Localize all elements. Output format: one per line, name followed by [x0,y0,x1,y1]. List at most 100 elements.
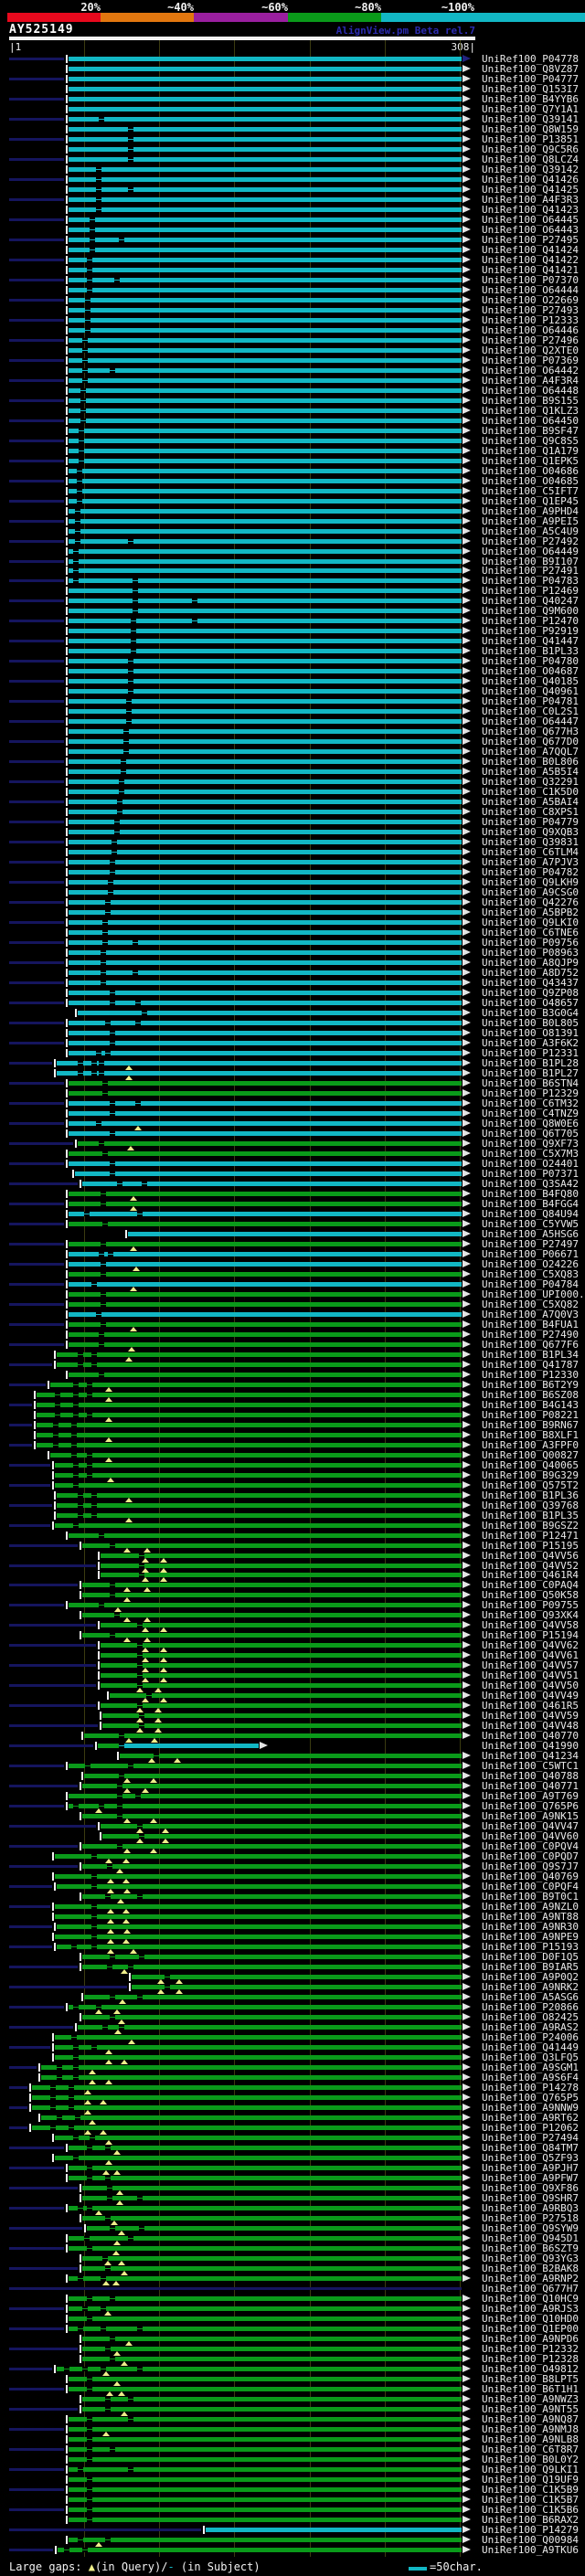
alignment-start-tick [80,1963,81,1971]
alignment-start-tick [66,778,68,786]
subject-gap-line [69,2127,74,2128]
subject-gap-line [87,2318,92,2319]
alignment-bar [69,940,462,945]
subject-overhang [9,1122,64,1125]
subject-overhang [9,178,64,181]
alignment-bar [69,1031,462,1035]
alignment-end-arrow-icon [463,1250,471,1257]
subject-gap-line [75,2117,80,2118]
alignment-end-arrow-icon [463,1119,471,1127]
subject-gap-line [110,1002,115,1003]
subject-gap-line [123,741,129,742]
alignment-end-arrow-icon [463,1029,471,1036]
scale-segment-2 [194,13,288,22]
subject-gap-line [91,1063,97,1064]
alignment-end-arrow-icon [463,1701,471,1709]
alignment-end-arrow-icon [463,1762,471,1769]
subject-overhang [9,2086,27,2089]
alignment-start-tick [66,1129,68,1138]
alignment-bar [57,2367,462,2371]
alignment-row[interactable]: UniRef100_A9TKU6 [0,2545,585,2556]
alignment-start-tick [98,1822,100,1830]
subject-overhang [9,1182,78,1185]
subject-gap-line [87,2459,92,2460]
subject-gap-line [101,2278,106,2279]
alignment-start-tick [34,1391,36,1399]
subject-overhang [9,540,64,543]
alignment-bar [69,890,462,895]
subject-overhang [9,1363,52,1366]
alignment-bar [69,568,462,573]
subject-overhang [9,1785,78,1787]
subject-gap-line [82,360,88,361]
subject-gap-line [101,2328,106,2329]
alignment-end-arrow-icon [463,1320,471,1328]
subject-gap-line [91,1936,97,1937]
alignment-end-arrow-icon [463,1190,471,1197]
subject-gap-line [107,1966,112,1967]
alignment-end-arrow-icon [463,2335,471,2342]
alignment-bar [98,1744,120,1748]
subject-gap-line [117,1796,122,1797]
alignment-start-tick [66,376,68,385]
alignment-end-arrow-icon [463,778,471,785]
subject-gap-line [78,1354,83,1355]
subject-gap-line [73,1394,79,1395]
subject-overhang [9,2307,64,2310]
subject-overhang [9,1383,46,1386]
subject-overhang [9,1042,64,1044]
subject-overhang [9,1644,96,1647]
alignment-start-tick [66,617,68,625]
alignment-bar [69,328,462,333]
subject-gap-line [87,2499,92,2500]
alignment-end-arrow-icon [463,1451,471,1458]
alignment-bar [55,2035,462,2040]
alignment-bar [69,1101,462,1106]
alignment-bar [82,2186,462,2190]
alignment-start-tick [66,1200,68,1208]
subject-gap-line [101,2308,106,2309]
hit-label[interactable]: UniRef100_A9TKU6 [482,2545,579,2555]
subject-overhang [9,700,64,703]
alignment-start-tick [66,206,68,214]
alignment-start-tick [66,858,68,866]
alignment-end-arrow-icon [463,2546,471,2553]
subject-gap-line [71,1445,77,1446]
alignment-start-tick [66,928,68,937]
alignment-bar [69,950,462,955]
alignment-bar [69,599,462,603]
alignment-end-arrow-icon [463,2315,471,2322]
alignment-bar [69,1111,462,1116]
alignment-end-arrow-icon [463,2033,471,2041]
alignment-bar [69,1533,462,1538]
alignment-end-arrow-icon [463,1099,471,1107]
subject-gap-line [73,580,79,581]
subject-gap-line [110,2298,115,2299]
alignment-start-tick [66,397,68,405]
alignment-end-arrow-icon [463,567,471,574]
subject-gap-line [87,1475,92,1476]
alignment-bar [69,529,462,534]
subject-gap-line [101,962,106,963]
alignment-end-arrow-icon [463,186,471,193]
subject-gap-line [139,1715,144,1716]
alignment-start-tick [80,1862,81,1871]
subject-overhang [9,2388,64,2390]
alignment-bar [55,2045,462,2050]
alignment-start-tick [81,1772,83,1780]
alignment-end-arrow-icon [463,85,471,92]
alignment-start-tick [66,949,68,957]
subject-overhang [9,1925,52,1928]
alignment-start-tick [52,1852,54,1860]
alignment-start-tick [66,2435,68,2443]
alignment-start-tick [66,326,68,334]
subject-gap-line [133,600,138,601]
subject-overhang [9,1223,64,1225]
alignment-bar [69,2487,462,2492]
alignment-end-arrow-icon [463,457,471,464]
alignment-bar [69,459,462,463]
alignment-end-arrow-icon [463,2174,471,2181]
subject-gap-line [90,249,95,250]
alignment-start-tick [66,75,68,83]
alignment-start-tick [66,85,68,93]
